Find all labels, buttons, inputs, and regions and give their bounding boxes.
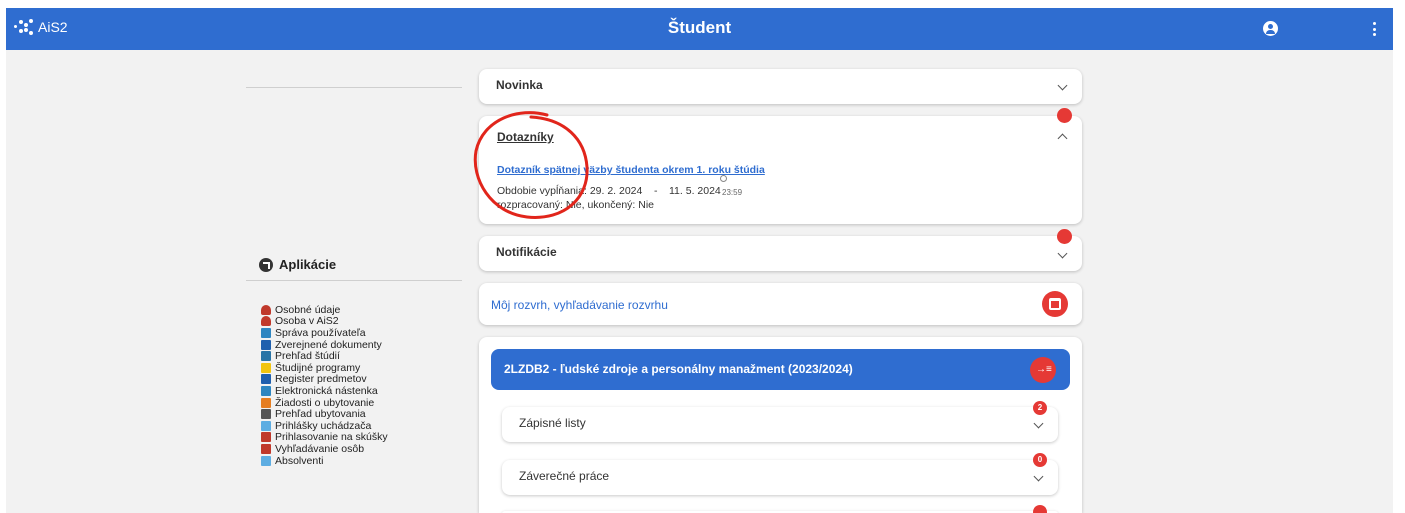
apps-list-item[interactable]: Osobné údaje <box>261 304 388 316</box>
list-icon <box>261 351 271 362</box>
chevron-down-icon[interactable] <box>1033 471 1044 482</box>
folder-icon <box>261 374 271 385</box>
apps-list-label: Register predmetov <box>275 373 367 386</box>
apps-list-item[interactable]: Správa používateľa <box>261 327 388 339</box>
count-badge: 0 <box>1033 453 1047 467</box>
apps-list-item[interactable]: Absolventi <box>261 455 388 467</box>
card-title: Notifikácie <box>496 245 557 259</box>
count-badge: 2 <box>1033 401 1047 415</box>
apps-list: Osobné údaje Osoba v AiS2 Správa používate… <box>261 304 388 467</box>
apps-list-label: Prehľad štúdií <box>275 350 340 363</box>
section-title: Záverečné práce <box>519 469 610 483</box>
person-icon <box>261 316 271 327</box>
window-frame-left <box>0 0 6 513</box>
grid-dots-icon <box>261 409 271 420</box>
apps-list-item[interactable]: Prehľad štúdií <box>261 350 388 362</box>
apps-list-item[interactable]: Osoba v AiS2 <box>261 315 388 328</box>
program-header[interactable]: 2LZDB2 - ľudské zdroje a personálny mana… <box>491 349 1070 390</box>
section-zapisne-listy[interactable]: Zápisné listy <box>502 407 1058 442</box>
application-icon <box>261 420 271 431</box>
apps-title: Aplikácie <box>279 257 337 272</box>
apps-list-label: Osobné údaje <box>275 303 341 316</box>
enroll-list-icon[interactable]: →≡ <box>1030 357 1056 383</box>
list-icon <box>261 362 271 373</box>
apps-list-label: Vyhľadávanie osôb <box>275 442 365 455</box>
apps-list-item[interactable]: Prihlasovanie na skúšky <box>261 431 388 444</box>
period-time: 23:59 <box>722 188 743 197</box>
program-title: 2LZDB2 - ľudské zdroje a personálny mana… <box>504 362 853 376</box>
period-separator: - <box>654 185 658 197</box>
document-icon <box>261 339 271 350</box>
apps-list-item[interactable]: Prihlášky uchádzača <box>261 420 388 432</box>
chevron-down-icon[interactable] <box>1057 248 1068 259</box>
apps-list-label: Elektronická nástenka <box>275 384 378 397</box>
chevron-down-icon[interactable] <box>1057 80 1068 91</box>
apps-list-label: Absolventi <box>275 454 324 467</box>
graduates-icon <box>261 455 271 466</box>
apps-divider <box>246 280 462 281</box>
open-external-icon <box>259 257 273 272</box>
apps-heading: Aplikácie <box>259 257 336 272</box>
apps-list-label: Prehľad ubytovania <box>275 408 366 421</box>
window-frame-right <box>1393 0 1405 513</box>
apps-list-label: Správa používateľa <box>275 326 366 339</box>
apps-list-label: Prihlášky uchádzača <box>275 419 372 432</box>
sidebar-divider <box>246 87 462 88</box>
card-notifikacie[interactable]: Notifikácie <box>479 236 1082 271</box>
apps-list-label: Študijné programy <box>275 361 361 374</box>
apps-list-label: Prihlasovanie na skúšky <box>275 431 388 444</box>
apps-list-item[interactable]: Register predmetov <box>261 373 388 386</box>
apps-list-item[interactable]: Prehľad ubytovania <box>261 408 388 420</box>
more-vertical-icon[interactable] <box>1373 22 1377 36</box>
people-search-icon <box>261 443 271 454</box>
section-title: Zápisné listy <box>519 416 586 430</box>
chevron-up-icon[interactable] <box>1057 133 1068 144</box>
apps-list-item[interactable]: Zverejnené dokumenty <box>261 339 388 351</box>
period-end: 11. 5. 2024 <box>669 185 721 197</box>
page: AiS2 Študent Aplikácie Osobné údaje Osoba… <box>0 0 1405 513</box>
apps-list-label: Žiadosti o ubytovanie <box>275 396 375 409</box>
person-icon <box>261 304 271 315</box>
annotation-circle <box>473 111 589 219</box>
apps-list-item[interactable]: Elektronická nástenka <box>261 385 388 397</box>
chevron-down-icon[interactable] <box>1033 418 1044 429</box>
dorm-request-icon <box>261 397 271 408</box>
apps-list-item[interactable]: Žiadosti o ubytovanie <box>261 397 388 409</box>
board-icon <box>261 385 271 396</box>
calendar-icon[interactable] <box>1042 291 1068 317</box>
apps-list-label: Osoba v AiS2 <box>275 315 339 328</box>
card-rozvrh[interactable]: Môj rozvrh, vyhľadávanie rozvrhu <box>479 283 1082 325</box>
page-title: Študent <box>667 18 732 37</box>
clock-icon <box>720 175 727 182</box>
apps-list-item[interactable]: Študijné programy <box>261 362 388 374</box>
top-bar: AiS2 Študent <box>6 8 1393 50</box>
count-badge-partial <box>1033 505 1047 513</box>
card-title: Môj rozvrh, vyhľadávanie rozvrhu <box>491 298 668 312</box>
section-zaverecne-prace[interactable]: Záverečné práce <box>502 460 1058 495</box>
apps-list-label: Zverejnené dokumenty <box>275 338 382 351</box>
card-novinka[interactable]: Novinka <box>479 69 1082 104</box>
users-tree-icon <box>261 327 271 338</box>
card-title: Novinka <box>496 78 543 92</box>
exam-icon <box>261 432 271 443</box>
apps-list-item[interactable]: Vyhľadávanie osôb <box>261 443 388 455</box>
notification-dot <box>1057 229 1072 244</box>
notification-dot <box>1057 108 1072 123</box>
account-circle-icon[interactable] <box>1263 21 1278 36</box>
